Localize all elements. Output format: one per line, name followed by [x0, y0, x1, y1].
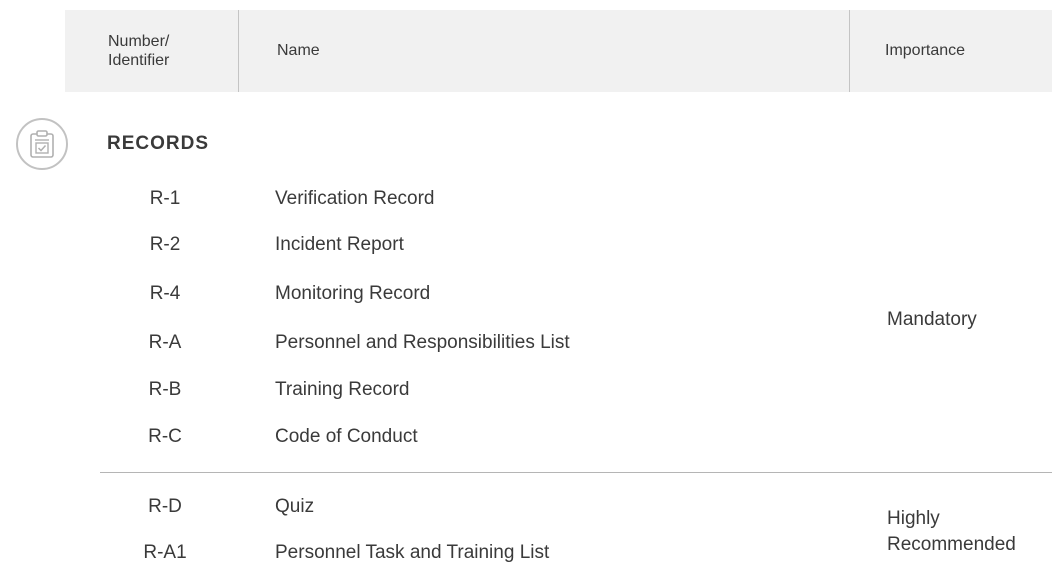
records-table-page: Number/ Identifier Name Importance RECOR… — [0, 0, 1052, 580]
row-name: Quiz — [275, 496, 315, 517]
section-title: RECORDS — [107, 133, 210, 154]
table-row: R-1 Verification Record — [100, 176, 1052, 222]
row-name: Monitoring Record — [275, 283, 431, 304]
importance-label-line: Recommended — [887, 534, 1016, 555]
importance-label-line: Highly — [887, 508, 940, 529]
importance-label: Highly Recommended — [887, 506, 1016, 558]
row-number: R-A1 — [143, 542, 187, 563]
table-row: R-B Training Record — [100, 367, 1052, 413]
table-header: Number/ Identifier Name Importance — [65, 10, 1052, 92]
group-divider — [100, 472, 1052, 473]
table-row: R-C Code of Conduct — [100, 414, 1052, 460]
column-divider — [238, 10, 239, 92]
row-name: Incident Report — [275, 234, 404, 255]
row-number: R-2 — [149, 234, 181, 255]
column-header-importance: Importance — [885, 42, 966, 59]
column-divider — [849, 10, 850, 92]
row-number: R-D — [148, 496, 182, 517]
row-name: Verification Record — [275, 188, 435, 209]
row-name: Personnel Task and Training List — [275, 542, 550, 563]
row-number: R-A — [148, 332, 182, 353]
column-header-number: Number/ Identifier — [108, 33, 170, 69]
column-header-name: Name — [277, 42, 320, 59]
table-row: R-2 Incident Report — [100, 222, 1052, 268]
row-number: R-B — [148, 379, 182, 400]
importance-label: Mandatory — [887, 309, 977, 330]
row-number: R-4 — [149, 283, 181, 304]
row-name: Personnel and Responsibilities List — [275, 332, 570, 353]
row-name: Code of Conduct — [275, 426, 418, 447]
clipboard-check-icon — [16, 118, 68, 170]
row-name: Training Record — [275, 379, 410, 400]
row-number: R-1 — [149, 188, 181, 209]
row-number: R-C — [148, 426, 182, 447]
